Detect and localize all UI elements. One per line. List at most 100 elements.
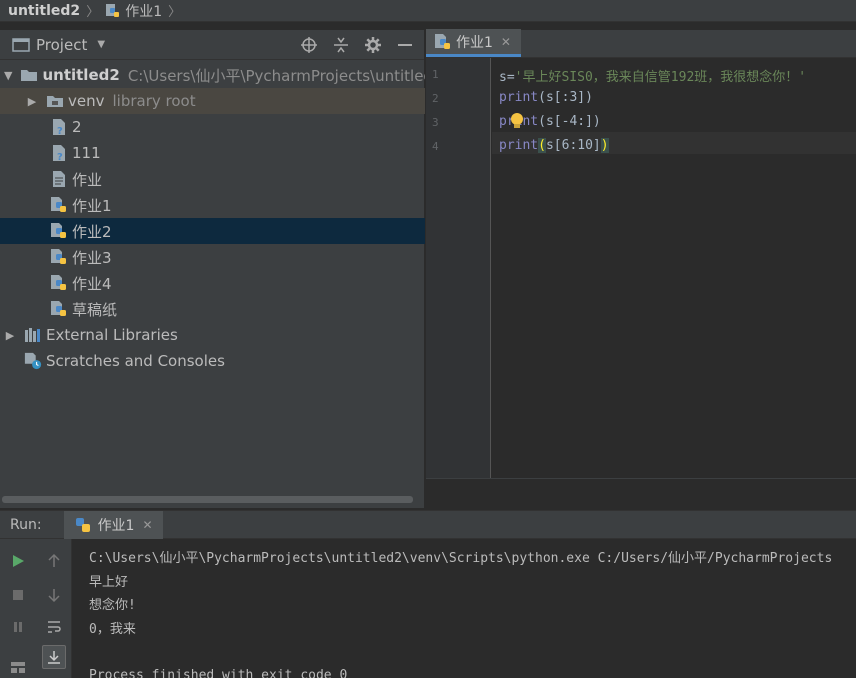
project-folder-icon <box>12 37 30 52</box>
console-output[interactable]: C:\Users\仙小平\PycharmProjects\untitled2\v… <box>89 547 832 678</box>
line-number: 4 <box>432 140 439 153</box>
run-panel-header: Run: 作业1 ✕ <box>0 510 856 539</box>
text-file-icon <box>50 170 68 188</box>
editor-tab-bar: 作业1 ✕ <box>426 29 856 58</box>
tree-item-label: 2 <box>72 118 82 136</box>
tree-item-label: 作业1 <box>72 196 112 215</box>
tree-item-label: Scratches and Consoles <box>46 352 225 370</box>
chevron-right-icon: 〉 <box>168 5 182 20</box>
tree-item-tag: library root <box>112 92 196 110</box>
scroll-up-icon[interactable] <box>42 549 66 573</box>
scroll-down-icon[interactable] <box>42 583 66 607</box>
tree-item-venv[interactable]: ▶ venv library root <box>0 88 425 114</box>
tree-item-file[interactable]: 作业4 <box>0 270 425 296</box>
python-icon <box>75 517 90 532</box>
breadcrumb-project[interactable]: untitled2 <box>8 3 80 19</box>
code-line-4[interactable]: print(s[6:10]) <box>499 138 609 153</box>
code-line-1[interactable]: s='早上好SIS0，我来自信管192班，我很想念你！' <box>499 66 806 85</box>
tree-item-label: 作业 <box>72 170 103 189</box>
tree-item-label: 作业3 <box>72 248 112 267</box>
pause-icon[interactable] <box>6 615 30 639</box>
scratches-icon <box>24 352 42 370</box>
code-token: (s[:3]) <box>538 90 593 105</box>
console-line: 想念你! <box>89 598 136 613</box>
breadcrumb-file[interactable]: 作业1 <box>105 1 162 21</box>
breadcrumb-file-label: 作业1 <box>125 3 163 20</box>
code-keyword: print <box>499 90 539 105</box>
editor-panel: 作业1 ✕ 1 2 3 4 s='早上好SIS0，我来自信管192班，我很想念你… <box>426 29 856 508</box>
line-number: 2 <box>432 92 439 105</box>
code-brace: ( <box>538 138 546 153</box>
gear-icon[interactable] <box>364 36 382 54</box>
tree-item-label: 草稿纸 <box>72 300 118 319</box>
tree-item-label: untitled2 <box>42 66 120 84</box>
unknown-file-icon: ? <box>50 144 68 162</box>
tree-item-label: venv <box>68 92 105 110</box>
run-panel: Run: 作业1 ✕ C:\Users\仙小平\PycharmProjects\… <box>0 510 856 678</box>
python-file-icon <box>50 300 68 318</box>
run-tab-label: 作业1 <box>97 517 135 534</box>
close-icon[interactable]: ✕ <box>501 35 511 49</box>
tree-item-label: 作业4 <box>72 274 112 293</box>
folder-icon <box>46 92 64 110</box>
project-panel: Project ▼ ▼ untitled2 C:\Users\仙小平\Pycha… <box>0 30 425 508</box>
code-token: (s[-4:]) <box>538 114 601 129</box>
tree-item-scratches[interactable]: Scratches and Consoles <box>0 348 425 374</box>
python-file-icon <box>50 196 68 214</box>
tree-item-label: 111 <box>72 144 101 162</box>
project-panel-title: Project <box>36 35 88 54</box>
console-line: 0，我来 <box>89 621 136 637</box>
console-line: Process finished with exit code 0 <box>89 668 348 678</box>
layout-icon[interactable] <box>6 655 30 678</box>
stop-icon[interactable] <box>6 583 30 607</box>
code-token: s= <box>499 70 515 85</box>
console-line: 早上好 <box>89 574 129 590</box>
console-line: C:\Users\仙小平\PycharmProjects\untitled2\v… <box>89 551 833 566</box>
dropdown-caret-icon[interactable]: ▼ <box>97 39 105 50</box>
tree-item-file[interactable]: ? 111 <box>0 140 425 166</box>
unknown-file-icon: ? <box>50 118 68 136</box>
code-line-2[interactable]: print(s[:3]) <box>499 90 593 105</box>
tree-item-project-root[interactable]: ▼ untitled2 C:\Users\仙小平\PycharmProjects… <box>0 62 425 88</box>
line-number: 1 <box>432 68 439 81</box>
tree-item-label: 作业2 <box>72 222 112 241</box>
locate-icon[interactable] <box>300 36 318 54</box>
breadcrumb: untitled2 〉 作业1 〉 <box>0 0 856 22</box>
tree-item-external-libraries[interactable]: ▶ External Libraries <box>0 322 425 348</box>
rerun-play-icon[interactable] <box>6 549 30 573</box>
tree-item-file-selected[interactable]: 作业2 <box>0 218 425 244</box>
tree-item-file[interactable]: ? 2 <box>0 114 425 140</box>
svg-text:?: ? <box>57 152 63 162</box>
close-icon[interactable]: ✕ <box>142 518 152 532</box>
expand-arrow-icon[interactable]: ▼ <box>4 69 12 82</box>
svg-text:?: ? <box>57 126 63 136</box>
tree-item-file[interactable]: 作业 <box>0 166 425 192</box>
horizontal-scrollbar[interactable] <box>2 496 413 503</box>
code-string: '早上好SIS0，我来自信管192班，我很想念你！' <box>514 70 807 85</box>
editor-tab-active[interactable]: 作业1 ✕ <box>426 29 521 57</box>
soft-wrap-icon[interactable] <box>42 615 66 639</box>
minimize-icon[interactable] <box>396 36 414 54</box>
expand-arrow-icon[interactable]: ▶ <box>26 95 38 108</box>
tree-item-file[interactable]: 作业3 <box>0 244 425 270</box>
line-number: 3 <box>432 116 439 129</box>
expand-arrow-icon[interactable]: ▶ <box>4 329 16 342</box>
code-token: s[6:10] <box>545 138 601 153</box>
project-panel-header: Project ▼ <box>0 30 424 60</box>
tree-item-file[interactable]: 草稿纸 <box>0 296 425 322</box>
tree-item-file[interactable]: 作业1 <box>0 192 425 218</box>
python-file-icon <box>435 33 450 49</box>
line-number-gutter: 1 2 3 4 <box>426 58 491 508</box>
tree-item-label: External Libraries <box>46 326 178 344</box>
chevron-right-icon: 〉 <box>86 5 100 20</box>
run-tab[interactable]: 作业1 ✕ <box>63 510 163 539</box>
tree-item-path: C:\Users\仙小平\PycharmProjects\untitled <box>127 66 425 85</box>
run-label: Run: <box>10 516 42 533</box>
code-keyword: print <box>499 138 539 153</box>
python-file-icon <box>50 222 68 240</box>
collapse-all-icon[interactable] <box>332 36 350 54</box>
scroll-to-end-icon[interactable] <box>42 645 66 669</box>
lightbulb-icon[interactable] <box>509 112 525 134</box>
code-brace: ) <box>600 138 609 153</box>
